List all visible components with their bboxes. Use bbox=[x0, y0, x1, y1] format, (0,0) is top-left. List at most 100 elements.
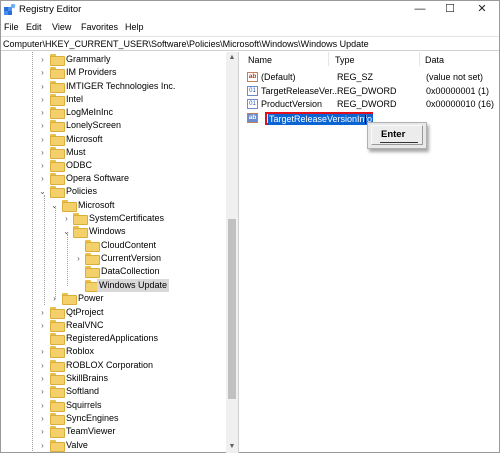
tree-item[interactable]: ⌄ Policies bbox=[1, 185, 226, 198]
column-header-name[interactable]: Name bbox=[248, 55, 272, 65]
string-value-icon: ab bbox=[247, 72, 258, 82]
tree-item-label: QtProject bbox=[66, 307, 104, 317]
string-value-icon: ab bbox=[247, 113, 258, 123]
tree-item[interactable]: › Microsoft bbox=[1, 133, 226, 146]
expand-chevron-icon[interactable]: › bbox=[38, 387, 47, 396]
expand-chevron-icon[interactable]: › bbox=[38, 68, 47, 77]
tree-item[interactable]: › LogMeInInc bbox=[1, 106, 226, 119]
expand-chevron-icon bbox=[74, 241, 83, 250]
expand-chevron-icon[interactable]: › bbox=[38, 55, 47, 64]
collapse-chevron-icon[interactable]: ⌄ bbox=[38, 187, 47, 196]
folder-icon bbox=[62, 293, 77, 305]
expand-chevron-icon[interactable]: › bbox=[38, 148, 47, 157]
tree-item[interactable]: DataCollection bbox=[1, 265, 226, 278]
value-row[interactable]: 01 ProductVersion REG_DWORD 0x00000010 (… bbox=[247, 98, 497, 111]
tree-item[interactable]: › Opera Software bbox=[1, 172, 226, 185]
scroll-thumb[interactable] bbox=[228, 219, 236, 399]
tree-item[interactable]: CloudContent bbox=[1, 239, 226, 252]
folder-icon bbox=[73, 213, 88, 225]
tree-item[interactable]: ⌄ Windows bbox=[1, 225, 226, 238]
expand-chevron-icon[interactable]: › bbox=[74, 254, 83, 263]
expand-chevron-icon[interactable]: › bbox=[38, 121, 47, 130]
menu-view[interactable]: View bbox=[52, 22, 71, 32]
folder-icon bbox=[50, 360, 65, 372]
tree-item[interactable]: › LonelyScreen bbox=[1, 119, 226, 132]
expand-chevron-icon[interactable]: › bbox=[38, 347, 47, 356]
expand-chevron-icon[interactable]: › bbox=[38, 427, 47, 436]
tree-item[interactable]: › Intel bbox=[1, 93, 226, 106]
expand-chevron-icon[interactable]: › bbox=[38, 82, 47, 91]
tree-item[interactable]: › IMTIGER Technologies Inc. bbox=[1, 80, 226, 93]
tree-item[interactable]: › QtProject bbox=[1, 306, 226, 319]
maximize-button[interactable]: ☐ bbox=[439, 2, 461, 17]
scroll-down-icon[interactable]: ▼ bbox=[226, 441, 238, 453]
expand-chevron-icon[interactable]: › bbox=[38, 174, 47, 183]
column-divider[interactable] bbox=[328, 52, 329, 66]
expand-chevron-icon[interactable]: › bbox=[38, 308, 47, 317]
tree-scrollbar[interactable]: ▲ ▼ bbox=[226, 52, 238, 453]
value-data: 0x00000010 (16) bbox=[426, 99, 495, 109]
close-button[interactable]: ✕ bbox=[471, 2, 493, 17]
tree-item[interactable]: › Grammarly bbox=[1, 53, 226, 66]
tree-item[interactable]: › Must bbox=[1, 146, 226, 159]
tree-item[interactable]: › ROBLOX Corporation bbox=[1, 359, 226, 372]
expand-chevron-icon[interactable]: › bbox=[38, 95, 47, 104]
collapse-chevron-icon[interactable]: ⌄ bbox=[62, 227, 71, 236]
address-path[interactable]: Computer\HKEY_CURRENT_USER\Software\Poli… bbox=[3, 39, 369, 49]
folder-icon bbox=[50, 400, 65, 412]
tree-item-label: Valve bbox=[66, 440, 88, 450]
expand-chevron-icon[interactable]: › bbox=[38, 441, 47, 450]
minimize-button[interactable]: — bbox=[409, 2, 431, 17]
expand-chevron-icon[interactable]: › bbox=[38, 374, 47, 383]
column-divider[interactable] bbox=[419, 52, 420, 66]
expand-chevron-icon[interactable]: › bbox=[38, 401, 47, 410]
menu-edit[interactable]: Edit bbox=[26, 22, 42, 32]
tree-item[interactable]: › TeamViewer bbox=[1, 425, 226, 438]
tree-item[interactable]: › Roblox bbox=[1, 345, 226, 358]
tree-item[interactable]: RegisteredApplications bbox=[1, 332, 226, 345]
rename-input[interactable]: TargetReleaseVersionInfo bbox=[268, 114, 374, 125]
key-tree[interactable]: › Grammarly › IM Providers › IMTIGER Tec… bbox=[1, 52, 239, 453]
tree-item[interactable]: › CurrentVersion bbox=[1, 252, 226, 265]
tree-item[interactable]: › ODBC bbox=[1, 159, 226, 172]
folder-icon bbox=[50, 120, 65, 132]
expand-chevron-icon[interactable]: › bbox=[38, 321, 47, 330]
value-type: REG_SZ bbox=[337, 72, 374, 82]
expand-chevron-icon[interactable]: › bbox=[38, 361, 47, 370]
tree-item[interactable]: › Softland bbox=[1, 385, 226, 398]
tree-item[interactable]: › SyncEngines bbox=[1, 412, 226, 425]
tree-item-label: Windows Update bbox=[97, 279, 170, 292]
tree-item[interactable]: ⌄ Microsoft bbox=[1, 199, 226, 212]
enter-key-graphic: Enter bbox=[367, 122, 427, 149]
address-bar[interactable]: Computer\HKEY_CURRENT_USER\Software\Poli… bbox=[1, 36, 499, 51]
tree-item[interactable]: › Valve bbox=[1, 439, 226, 452]
menu-file[interactable]: File bbox=[4, 22, 19, 32]
expand-chevron-icon[interactable]: › bbox=[50, 294, 59, 303]
value-row[interactable]: ab (Default) REG_SZ (value not set) bbox=[247, 71, 497, 84]
column-header-type[interactable]: Type bbox=[335, 55, 355, 65]
value-name: TargetReleaseVer... bbox=[261, 86, 340, 96]
column-header-data[interactable]: Data bbox=[425, 55, 444, 65]
tree-item-selected[interactable]: Windows Update bbox=[1, 279, 226, 292]
tree-item[interactable]: › Power bbox=[1, 292, 226, 305]
tree-item[interactable]: › SkillBrains bbox=[1, 372, 226, 385]
value-row[interactable]: 01 TargetReleaseVer... REG_DWORD 0x00000… bbox=[247, 85, 497, 98]
expand-chevron-icon[interactable]: › bbox=[38, 135, 47, 144]
menu-favorites[interactable]: Favorites bbox=[81, 22, 118, 32]
scroll-up-icon[interactable]: ▲ bbox=[226, 52, 238, 64]
tree-item[interactable]: › IM Providers bbox=[1, 66, 226, 79]
expand-chevron-icon[interactable]: › bbox=[38, 161, 47, 170]
expand-chevron-icon[interactable]: › bbox=[38, 414, 47, 423]
menu-help[interactable]: Help bbox=[125, 22, 144, 32]
tree-item[interactable]: › RealVNC bbox=[1, 319, 226, 332]
expand-chevron-icon[interactable]: › bbox=[38, 108, 47, 117]
value-name: (Default) bbox=[261, 72, 296, 82]
tree-item-label: ODBC bbox=[66, 160, 93, 170]
values-pane[interactable]: Name Type Data ab (Default) REG_SZ (valu… bbox=[241, 52, 499, 453]
tree-item-label: Roblox bbox=[66, 346, 95, 356]
collapse-chevron-icon[interactable]: ⌄ bbox=[50, 201, 59, 210]
expand-chevron-icon[interactable]: › bbox=[62, 214, 71, 223]
tree-item[interactable]: › Squirrels bbox=[1, 399, 226, 412]
tree-item-label: RegisteredApplications bbox=[66, 333, 159, 343]
tree-item[interactable]: › SystemCertificates bbox=[1, 212, 226, 225]
